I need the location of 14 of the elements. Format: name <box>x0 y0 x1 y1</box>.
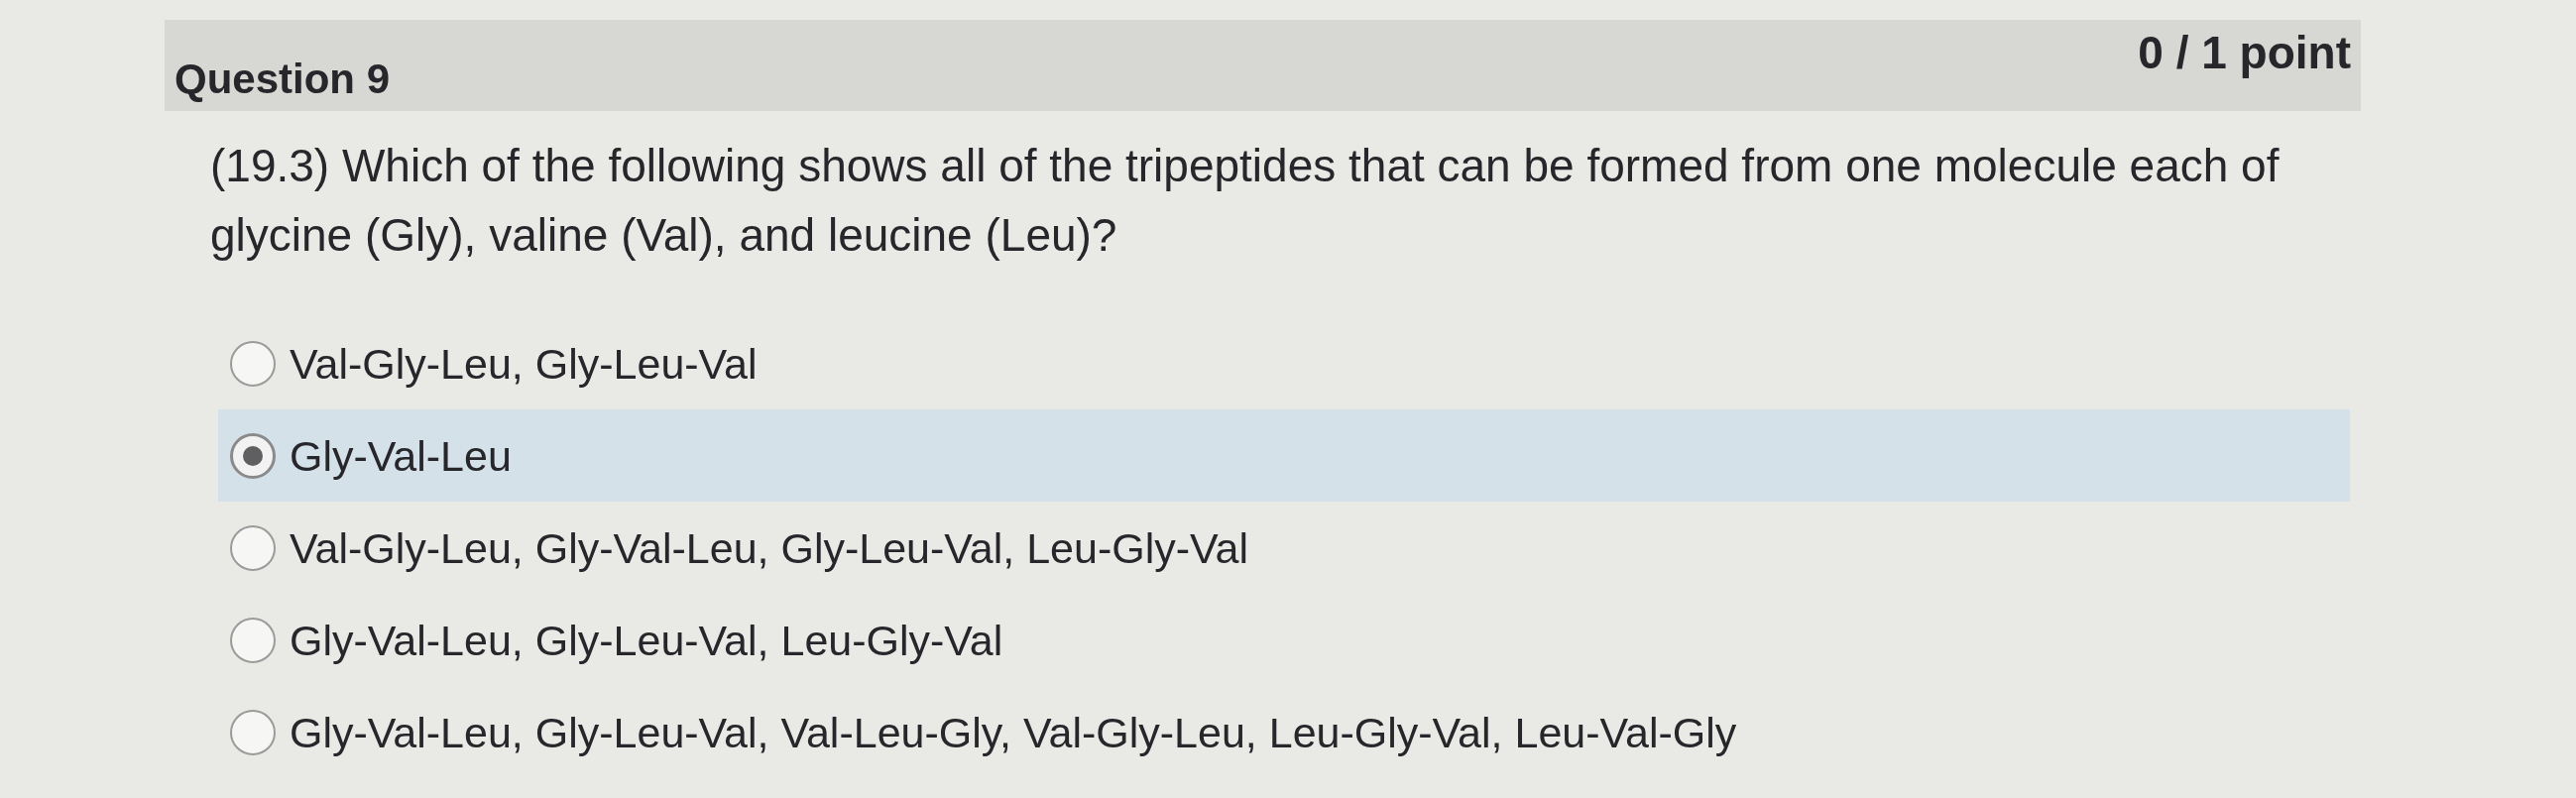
answer-label: Val-Gly-Leu, Gly-Leu-Val <box>290 338 758 389</box>
radio-button[interactable] <box>230 340 276 387</box>
answer-label: Gly-Val-Leu, Gly-Leu-Val, Val-Leu-Gly, Val-Gly-Leu, Leu-Gly-Val, Leu-Val-Gly <box>290 707 1737 757</box>
score-text: 0 / 1 point <box>2138 26 2351 79</box>
radio-button[interactable] <box>230 432 276 479</box>
answer-label: Gly-Val-Leu, Gly-Leu-Val, Leu-Gly-Val <box>290 615 1003 665</box>
selected-answer-highlight[interactable]: Gly-Val-Leu <box>218 409 2350 502</box>
radio-button[interactable] <box>230 617 276 663</box>
radio-button[interactable] <box>230 709 276 755</box>
radio-button[interactable] <box>230 524 276 571</box>
answer-label: Val-Gly-Leu, Gly-Val-Leu, Gly-Leu-Val, Leu-Gly-Val <box>290 522 1249 573</box>
answer-label: Gly-Val-Leu <box>290 430 512 481</box>
question-text: (19.3) Which of the following shows all of the tripeptides that can be formed from one molecule each of glycine (Gly), valine (Val), and leucine (Leu)? <box>210 139 2281 263</box>
question-title: Question 9 <box>175 56 391 103</box>
